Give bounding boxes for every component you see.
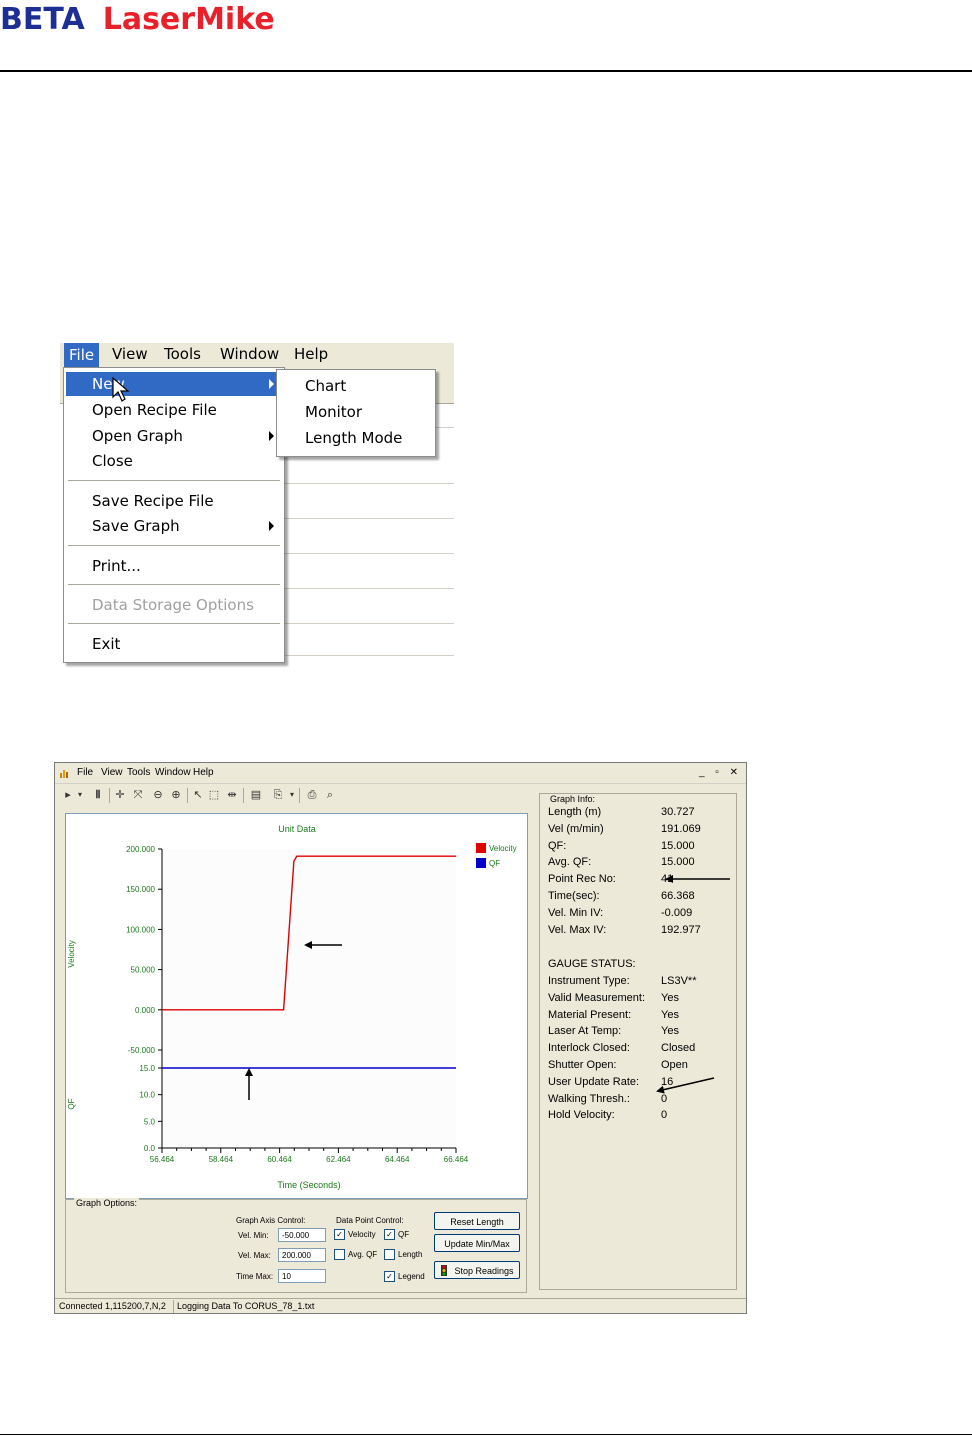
arrow-update-rate-annotation [656, 1077, 715, 1094]
footer-rule [0, 1434, 972, 1435]
annotation-arrows [245, 875, 730, 1100]
